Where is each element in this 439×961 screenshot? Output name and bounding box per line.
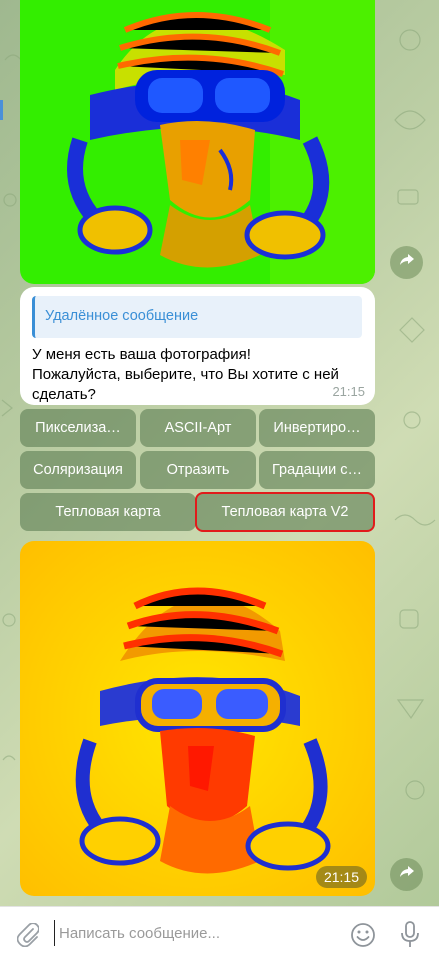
- message-text: У меня есть ваша фотография! Пожалуйста,…: [32, 346, 339, 403]
- keyboard-button-invert[interactable]: Инвертиро…: [259, 409, 375, 447]
- share-button[interactable]: [390, 246, 423, 279]
- bot-message: Удалённое сообщение У меня есть ваша фот…: [20, 287, 375, 405]
- keyboard-button-solarize[interactable]: Соляризация: [20, 451, 136, 489]
- chat-list-indicator: [0, 100, 3, 120]
- keyboard-button-heatmap-v2[interactable]: Тепловая карта V2: [195, 492, 375, 532]
- photo-message-heatmap[interactable]: [20, 0, 375, 284]
- emoji-icon[interactable]: [348, 920, 378, 950]
- paperclip-icon[interactable]: [14, 921, 42, 949]
- keyboard-button-mirror[interactable]: Отразить: [140, 451, 256, 489]
- keyboard-button-pixelize[interactable]: Пикселиза…: [20, 409, 136, 447]
- message-composer: [0, 906, 439, 961]
- photo-message-heatmap-v2[interactable]: 21:15: [20, 541, 375, 896]
- keyboard-button-heatmap[interactable]: Тепловая карта: [20, 493, 196, 531]
- reply-quote[interactable]: Удалённое сообщение: [32, 296, 362, 338]
- share-arrow-icon: [399, 865, 415, 884]
- message-time: 21:15: [332, 384, 365, 399]
- microphone-icon[interactable]: [395, 919, 425, 951]
- keyboard-button-ascii-art[interactable]: ASCII-Арт: [140, 409, 256, 447]
- share-button[interactable]: [390, 858, 423, 891]
- photo-time: 21:15: [315, 866, 367, 888]
- message-input[interactable]: [54, 920, 339, 946]
- keyboard-button-grayscale[interactable]: Градации с…: [259, 451, 375, 489]
- share-arrow-icon: [399, 253, 415, 272]
